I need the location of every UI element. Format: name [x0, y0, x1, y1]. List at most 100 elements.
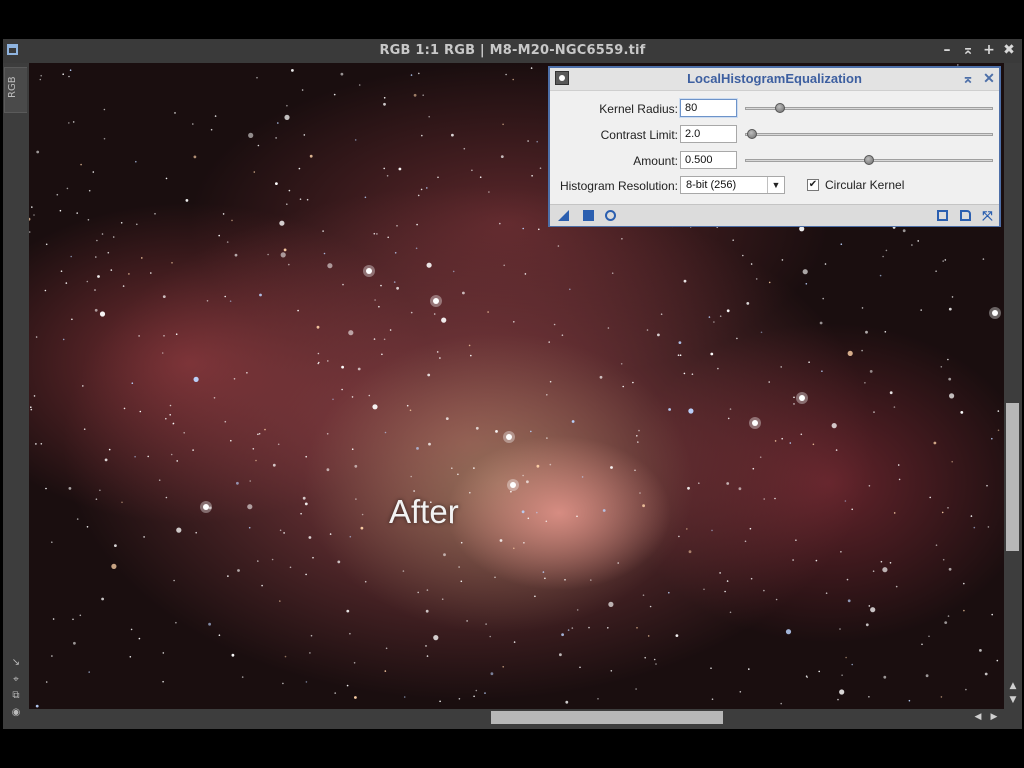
star	[436, 351, 439, 353]
reset-icon[interactable]: ⤧	[982, 209, 993, 222]
tab-rgb[interactable]: RGB	[4, 67, 27, 113]
star	[691, 373, 694, 376]
star	[183, 432, 185, 434]
star	[729, 611, 732, 614]
new-instance-icon[interactable]	[558, 210, 569, 221]
star	[248, 526, 251, 529]
star	[73, 641, 76, 645]
real-time-preview-icon[interactable]	[937, 210, 948, 221]
star	[172, 423, 174, 425]
star	[947, 507, 949, 509]
scroll-up-icon[interactable]: ▲	[1007, 681, 1019, 691]
shade-button[interactable]: ⌅	[960, 42, 976, 58]
target-icon[interactable]: ◉	[11, 708, 21, 718]
star	[500, 155, 504, 158]
star	[422, 94, 425, 96]
star	[677, 354, 680, 357]
chevron-down-icon[interactable]: ▼	[767, 177, 784, 193]
bright-star	[366, 268, 372, 274]
star	[882, 255, 884, 258]
close-button[interactable]: ✖	[1001, 42, 1017, 58]
star	[385, 647, 388, 650]
histogram-resolution-select[interactable]: 8-bit (256) ▼	[680, 176, 785, 194]
star	[768, 281, 771, 284]
star	[522, 227, 524, 230]
image-window-titlebar[interactable]: RGB 1:1 RGB | M8-M20-NGC6559.tif – ⌅ + ✖	[3, 39, 1022, 64]
apply-icon[interactable]	[583, 210, 594, 221]
scroll-right-icon[interactable]: ▶	[988, 712, 1000, 722]
vertical-scrollbar[interactable]: ▲ ▼	[1004, 63, 1022, 709]
dialog-shade-button[interactable]: ⌅	[960, 70, 976, 86]
contrast-limit-input[interactable]: 2.0	[680, 125, 737, 143]
star	[469, 491, 471, 494]
star	[457, 473, 459, 476]
star	[210, 128, 213, 131]
fit-view-icon[interactable]: ↘	[11, 658, 21, 668]
preview-icon[interactable]: ⧉	[11, 691, 21, 701]
circular-kernel-label: Circular Kernel	[825, 178, 905, 192]
star	[503, 264, 506, 267]
star	[425, 645, 427, 647]
star	[52, 618, 55, 620]
star	[341, 388, 343, 391]
horizontal-scrollbar[interactable]: ◀ ▶	[29, 709, 1004, 727]
star	[768, 381, 770, 383]
star	[99, 489, 101, 492]
star	[437, 176, 439, 179]
maximize-button[interactable]: +	[981, 42, 997, 58]
scroll-left-icon[interactable]: ◀	[972, 712, 984, 722]
star	[688, 550, 692, 554]
bright-star	[433, 298, 439, 304]
star	[417, 194, 420, 197]
circular-kernel-checkbox[interactable]: ✔	[807, 179, 819, 191]
amount-input[interactable]: 0.500	[680, 151, 737, 169]
star	[334, 692, 337, 694]
star	[354, 464, 358, 468]
star	[354, 139, 357, 141]
dialog-titlebar[interactable]: LocalHistogramEqualization ⌅ ✕	[550, 68, 999, 91]
amount-slider-knob[interactable]	[864, 155, 874, 165]
star	[309, 154, 313, 158]
star	[357, 367, 361, 371]
contrast-limit-slider[interactable]	[745, 133, 993, 136]
star	[553, 323, 556, 326]
star	[802, 269, 808, 275]
star	[632, 381, 634, 384]
star	[326, 468, 330, 472]
scroll-down-icon[interactable]: ▼	[1007, 695, 1019, 705]
star	[376, 233, 378, 235]
star	[150, 272, 152, 274]
star	[579, 666, 581, 669]
dialog-close-button[interactable]: ✕	[981, 70, 997, 86]
star	[165, 177, 168, 180]
star	[378, 305, 380, 308]
minimize-button[interactable]: –	[939, 42, 955, 58]
star	[231, 219, 233, 222]
star	[569, 288, 571, 291]
kernel-radius-input[interactable]: 80	[680, 99, 737, 117]
vertical-scroll-thumb[interactable]	[1006, 403, 1019, 551]
star	[298, 167, 301, 170]
star	[112, 236, 115, 238]
star	[29, 231, 31, 233]
browse-documentation-icon[interactable]	[960, 210, 971, 221]
contrast-limit-slider-knob[interactable]	[747, 129, 758, 139]
star	[865, 330, 868, 334]
star	[213, 397, 216, 399]
star	[389, 329, 392, 331]
star	[291, 69, 294, 72]
zoom-icon[interactable]: ⌖	[11, 675, 21, 685]
star	[882, 567, 888, 573]
star	[521, 510, 525, 514]
star	[283, 248, 287, 252]
star	[471, 169, 473, 172]
star	[499, 222, 501, 225]
star	[522, 474, 524, 477]
apply-global-icon[interactable]	[605, 210, 616, 221]
star	[96, 239, 98, 242]
kernel-radius-slider-knob[interactable]	[774, 103, 785, 113]
star	[76, 518, 79, 520]
star	[902, 229, 906, 233]
horizontal-scroll-thumb[interactable]	[491, 711, 723, 724]
star	[473, 467, 475, 469]
